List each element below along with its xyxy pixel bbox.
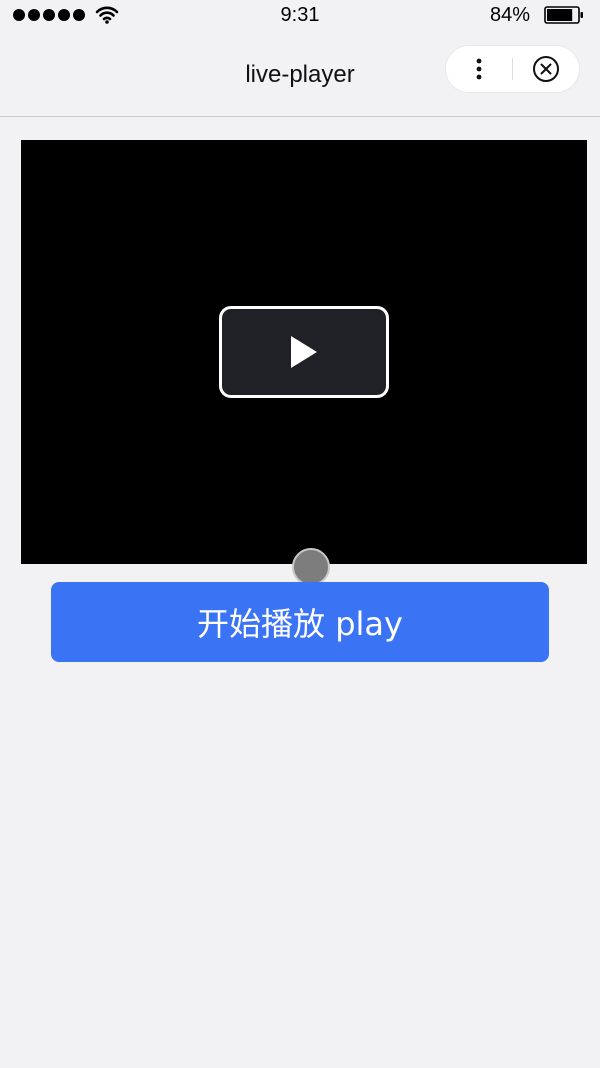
play-overlay-button[interactable] [219, 306, 389, 398]
close-button[interactable] [513, 46, 579, 92]
more-vertical-icon [476, 58, 482, 80]
start-play-button[interactable]: 开始播放 play [51, 582, 549, 662]
close-circle-icon [533, 56, 559, 82]
play-icon [291, 336, 317, 368]
status-bar: 9:31 84% [0, 0, 600, 32]
nav-bar: live-player [0, 32, 600, 117]
drag-handle[interactable] [292, 548, 330, 586]
battery-percent: 84% [489, 4, 530, 26]
battery-icon [544, 6, 583, 24]
live-player[interactable] [21, 140, 587, 564]
more-menu-button[interactable] [446, 46, 512, 92]
mini-program-capsule [445, 45, 580, 93]
